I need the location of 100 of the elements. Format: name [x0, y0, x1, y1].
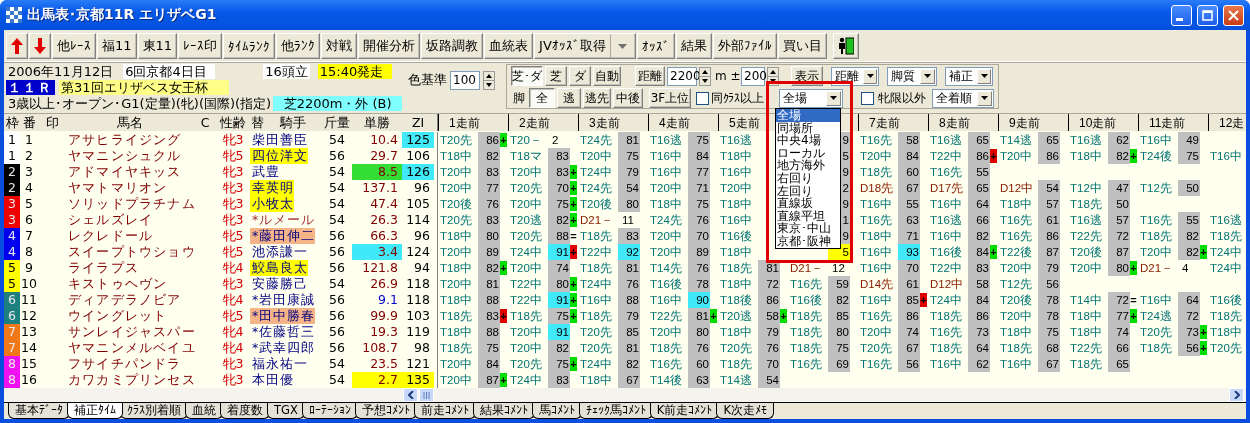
number-field[interactable]: 200 — [741, 66, 765, 86]
sheet-tab[interactable]: K次走ﾒﾓ — [716, 403, 774, 419]
toolbar-button[interactable]: 買い目 — [777, 33, 827, 59]
trend-mark: + — [500, 373, 507, 387]
race-score: 55 — [1178, 212, 1200, 228]
race-summary: T16中 — [1210, 149, 1243, 164]
toolbar-button[interactable]: ﾚｰｽ印 — [178, 33, 223, 59]
checkbox-label: 同ｸﾗｽ以上 — [711, 89, 765, 107]
horse-number: 6 — [24, 212, 34, 228]
color-base-label: 色基準 — [408, 71, 447, 89]
zi-index: 96 — [413, 180, 431, 196]
dropdown[interactable]: 全場 — [779, 88, 843, 108]
toolbar-button[interactable]: 東11 — [137, 33, 178, 59]
race-score: 75 — [1038, 324, 1060, 340]
toolbar-button[interactable]: 結果 — [675, 33, 712, 59]
display-button[interactable]: 表示 — [791, 66, 823, 86]
dropdown[interactable]: 全着順 — [932, 88, 994, 108]
race-score: 54 — [1038, 180, 1060, 196]
race-summary: T16中 — [720, 165, 753, 180]
top3f-button[interactable]: 3F上位 — [649, 88, 691, 108]
race-score: 61 — [1038, 212, 1060, 228]
sheet-tab[interactable]: TGX — [267, 403, 305, 419]
distance-button[interactable]: 距離 — [635, 66, 665, 86]
race-summary: T20先 — [510, 181, 543, 196]
race-score: 70 — [688, 228, 710, 244]
run-style-toggle[interactable]: 逃先 — [583, 88, 611, 108]
race-score: 81 — [618, 260, 640, 276]
race-score: 81 — [688, 308, 710, 324]
race-summary: T16中 — [1000, 357, 1033, 372]
sheet-tab[interactable]: 馬ｺﾒﾝﾄ — [531, 403, 582, 419]
sheet-tab[interactable]: ﾛｰﾃｰｼｮﾝ — [301, 403, 358, 419]
zi-index: 94 — [413, 260, 431, 276]
sheet-tab[interactable]: 着度数 — [220, 403, 270, 419]
toolbar-button[interactable]: 対戦 — [321, 33, 358, 59]
race-summary: T24先 — [650, 213, 683, 228]
race-summary: T20中 — [650, 325, 683, 340]
column-header: 馬名 — [116, 114, 144, 132]
toolbar-button[interactable]: 坂路調教 — [421, 33, 484, 59]
race-score: 76 — [688, 212, 710, 228]
toolbar-button[interactable]: 外部ﾌｧｲﾙ — [712, 33, 777, 59]
zi-index: 125 — [402, 132, 434, 148]
sheet-tab[interactable]: 予想ｺﾒﾝﾄ — [354, 403, 417, 419]
run-style-toggle[interactable]: 逃 — [557, 88, 581, 108]
jockey-name: *佐藤哲三 — [251, 324, 316, 340]
surface-toggle[interactable]: 自動 — [593, 66, 621, 86]
dropdown-option[interactable]: 全場 — [776, 109, 840, 122]
sheet-tab[interactable]: 前走ｺﾒﾝﾄ — [413, 403, 476, 419]
race-score: 67 — [898, 340, 920, 356]
race-name: 第31回エリザベス女王杯 — [59, 80, 229, 95]
toolbar-button[interactable]: 福11 — [97, 33, 137, 59]
toolbar-button[interactable]: 開催分析 — [358, 33, 421, 59]
toolbar-split-button[interactable]: JVｵｯｽﾞ取得 — [534, 33, 636, 59]
zi-index: 96 — [413, 228, 431, 244]
sheet-tab[interactable]: 補正ﾀｲﾑ — [67, 403, 123, 419]
race-score: 71 — [688, 180, 710, 196]
run-style-toggle[interactable]: 全 — [529, 88, 555, 108]
race-score: 87 — [478, 372, 500, 388]
toolbar-button[interactable]: 血統表 — [484, 33, 534, 59]
dropdown[interactable]: 脚質 — [887, 66, 937, 86]
jockey-name: *藤田伸二 — [250, 228, 316, 244]
horse-number: 4 — [24, 180, 34, 196]
toolbar-button[interactable]: ﾀｲﾑﾗﾝｸ — [223, 33, 276, 59]
sex-age: 牝3 — [221, 372, 245, 388]
sheet-tab[interactable]: 結果ｺﾒﾝﾄ — [472, 403, 535, 419]
surface-toggle[interactable]: 芝 — [545, 66, 567, 86]
dropdown-option[interactable]: 同場所 — [776, 121, 840, 135]
column-header: 斤量 — [323, 114, 351, 132]
horse-number: 14 — [20, 340, 38, 356]
surface-toggle[interactable]: ダ — [569, 66, 591, 86]
race-score: 65 — [1038, 132, 1060, 148]
jockey-name: 安藤勝己 — [251, 276, 308, 292]
race-summary: T24逃 — [1140, 309, 1173, 324]
dropdown[interactable]: 補正 — [945, 66, 993, 86]
race-summary: T16中 — [930, 357, 963, 372]
dropdown[interactable]: 距離 — [831, 66, 879, 86]
win-odds: 137.1 — [361, 180, 399, 196]
horse-name: キストゥヘヴン — [67, 276, 169, 292]
race-score: 57 — [1108, 212, 1130, 228]
jockey-name: 四位洋文 — [250, 148, 308, 164]
race-score: 76 — [688, 260, 710, 276]
race-score: 81 — [618, 132, 640, 148]
win-odds: 99.9 — [369, 308, 399, 324]
race-summary: T20中 — [650, 181, 683, 196]
toolbar-button[interactable]: ｵｯｽﾞ — [636, 33, 675, 59]
trend-mark: + — [920, 293, 927, 307]
sheet-tab[interactable]: ｸﾗｽ別着順 — [120, 403, 188, 419]
horse-name: カワカミプリンセス — [67, 372, 194, 388]
sheet-tab[interactable]: 血統 — [185, 403, 223, 419]
sheet-tab[interactable]: 基本ﾃﾞｰﾀ — [8, 403, 70, 419]
sheet-tab[interactable]: ﾁｪｯｸ馬ｺﾒﾝﾄ — [578, 403, 653, 419]
horse-number: 9 — [24, 260, 34, 276]
race-summary: T22中 — [510, 293, 543, 308]
race-score: 11 — [621, 213, 635, 228]
surface-toggle[interactable]: 芝･ダ — [511, 66, 543, 86]
toolbar-button[interactable]: 他ﾚｰｽ — [52, 33, 96, 59]
run-style-toggle[interactable]: 中後 — [613, 88, 643, 108]
race-summary: D12中 — [930, 277, 965, 292]
number-field[interactable]: 100 — [450, 70, 480, 90]
toolbar-button[interactable]: 他ﾗﾝｸ — [276, 33, 321, 59]
frame-number: 3 — [4, 196, 20, 212]
